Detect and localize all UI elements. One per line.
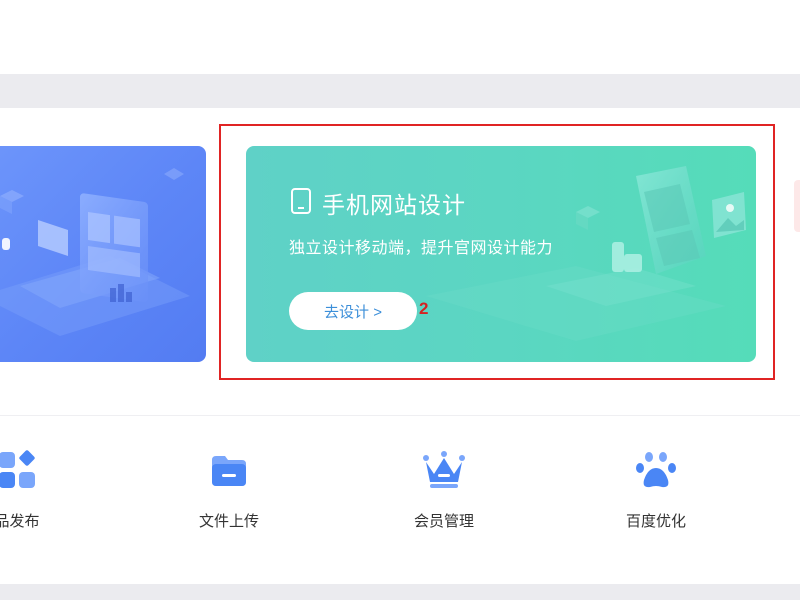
quick-link-label: 文件上传 [198,512,259,530]
section-separator-bottom [0,584,800,600]
section-separator-top [0,74,800,108]
top-area [0,0,800,74]
callout-number: 2 [419,299,429,318]
crown-icon [420,446,468,494]
paw-icon [632,446,680,494]
quick-link-label: 会员管理 [413,512,474,530]
highlight-annotation-box [219,124,775,380]
quick-link-label: 品发布 [0,512,40,530]
quick-link-file-upload[interactable]: 文件上传 [159,446,299,546]
quick-link-product-publish[interactable]: 品发布 [0,446,87,546]
pc-design-card[interactable] [0,146,206,362]
quick-link-member-management[interactable]: 会员管理 [374,446,514,546]
grid-shapes-icon [0,446,41,494]
quick-link-baidu-seo[interactable]: 百度优化 [586,446,726,546]
pc-illustration [0,168,190,336]
folder-icon [205,446,253,494]
quick-link-label: 百度优化 [625,512,686,530]
section-divider [0,415,800,416]
next-card-peek[interactable] [794,180,800,232]
